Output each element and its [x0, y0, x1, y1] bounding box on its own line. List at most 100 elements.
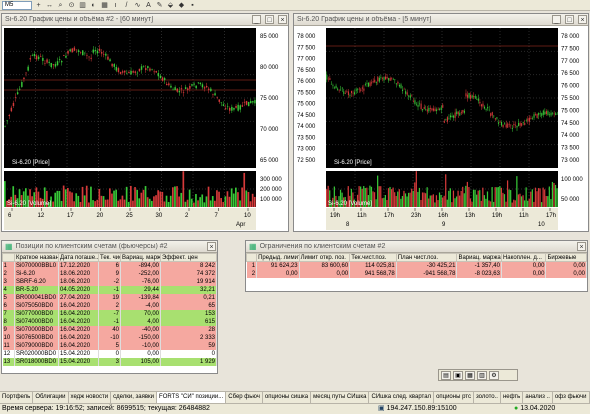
table-row[interactable]: 1 91 624,23 83 600,60 114 025,81 -30 425,21-… — [246, 261, 587, 270]
copy-icon[interactable]: ▣ — [453, 370, 463, 380]
close-icon[interactable]: × — [577, 242, 586, 251]
toolbar-button[interactable]: ⊙ — [67, 1, 76, 10]
column-header[interactable]: Лимит откр. поз. — [298, 253, 351, 262]
column-header[interactable]: Биржевые — [545, 253, 587, 262]
volume-bar — [514, 200, 516, 207]
workspace-tab[interactable]: FORTS "СИ" позиции... — [157, 392, 227, 403]
toolbar-button[interactable]: ✎ — [155, 1, 164, 10]
toolbar-button[interactable]: ◆ — [177, 1, 186, 10]
column-header[interactable]: Вариац. маржа — [456, 253, 502, 262]
toolbar-button[interactable]: ⬙ — [166, 1, 175, 10]
workspace-tab[interactable]: Сбер фьюч — [226, 392, 263, 403]
timeframe-select[interactable]: M5 — [2, 0, 32, 10]
table-row[interactable]: 2 Si-6.20 18.06.2020 9 -252,00 74 372 — [2, 270, 217, 278]
window-titlebar[interactable]: Si-6.20 График цены и объёма #2 - [60 ми… — [2, 14, 288, 26]
toolbar-button[interactable]: ı — [111, 1, 120, 10]
toolbar-button[interactable]: ▥ — [78, 1, 87, 10]
settings-icon[interactable]: ⚙ — [489, 370, 499, 380]
toolbar-button[interactable]: ⌕ — [56, 1, 65, 10]
candle-body — [409, 95, 411, 98]
close-icon[interactable]: × — [578, 15, 587, 24]
window-titlebar[interactable]: Si-6.20 График цены и объёма - [5 минут]… — [294, 14, 588, 26]
workspace-tab[interactable]: опционы ртс — [434, 392, 474, 403]
toolbar-button[interactable]: + — [34, 1, 43, 10]
column-header[interactable]: Эффект. цен — [160, 253, 217, 262]
candle-body — [245, 100, 248, 105]
maximize-icon[interactable]: □ — [265, 15, 274, 24]
table-row[interactable]: 8 Si074000BD0 16.04.2020 -1 4,00 615 — [2, 318, 217, 326]
workspace-tabs: Портфель Облигации хедж новости сделки, зая… — [0, 391, 590, 403]
window-titlebar[interactable]: ▦ Ограничения по клиентским счетам #2 × — [246, 241, 587, 253]
toolbar-button[interactable]: ↔ — [45, 1, 54, 10]
table-row[interactable]: 2 0,00 0,00 941 568,78 -941 568,78 -8 023,63 0… — [246, 270, 587, 278]
close-icon[interactable]: × — [278, 15, 287, 24]
workspace-tab[interactable]: анализ .. — [523, 392, 553, 403]
table-row[interactable]: 10 Si076500BD0 16.04.2020 -10 -150,00 2 333 — [2, 334, 217, 342]
workspace-tab[interactable]: СИшка след. квартал — [369, 392, 435, 403]
column-header[interactable]: План чист.поз. — [395, 253, 458, 262]
column-header[interactable]: Тек.чист.поз. — [349, 253, 397, 262]
price-chart[interactable] — [4, 28, 256, 168]
table-row[interactable]: 13 SR018000BD0 15.04.2020 3 105,00 1 929 — [2, 358, 217, 366]
table-row[interactable]: 1 Si070000BBL0 17.12.2020 6 -894,00 8 242 — [2, 261, 217, 270]
candle-body — [491, 112, 493, 116]
toolbar-button[interactable]: ▦ — [100, 1, 109, 10]
candle-body — [37, 56, 40, 60]
column-header[interactable]: Дата погаше... — [58, 253, 99, 262]
toolbar-button[interactable]: ◐ — [89, 1, 98, 10]
toolbar-button[interactable]: A — [144, 1, 153, 10]
table-row[interactable]: 3 SBRF-6.20 18.06.2020 -2 -76,00 19 914 — [2, 278, 217, 286]
maximize-icon[interactable]: □ — [565, 15, 574, 24]
candle-body — [377, 76, 379, 82]
column-header[interactable] — [2, 253, 15, 262]
candle-body — [140, 66, 143, 70]
candle-body — [189, 85, 191, 89]
volume-bar — [117, 200, 120, 207]
chart-icon[interactable]: ▤ — [441, 370, 451, 380]
candle-body — [205, 85, 208, 88]
table-row[interactable]: 12 SR020000BD0 15.04.2020 0 0,00 0 — [2, 350, 217, 358]
workspace-tab[interactable]: золото.. — [474, 392, 501, 403]
cell-pos: -1 — [98, 318, 121, 326]
grid-icon[interactable]: ▥ — [477, 370, 487, 380]
volume-bar — [424, 193, 427, 207]
workspace-tab[interactable]: сделки, заявки — [111, 392, 158, 403]
table-row[interactable]: 7 Si077000BD0 16.04.2020 -7 70,00 153 — [2, 310, 217, 318]
table-row[interactable]: 4 BR-5.20 04.05.2020 -1 29,44 32,21 — [2, 286, 217, 294]
cell-var: 29,44 — [120, 286, 161, 294]
workspace-tab[interactable]: Портфель — [0, 392, 34, 403]
workspace-tab[interactable]: Облигации — [33, 392, 69, 403]
candle-body — [513, 124, 515, 126]
column-header[interactable] — [245, 253, 258, 262]
table-row[interactable]: 5 BR000041BD0 27.04.2020 19 -139,84 0,21 — [2, 294, 217, 302]
table-icon[interactable]: ▦ — [465, 370, 475, 380]
candle-body — [126, 73, 128, 75]
table-row[interactable]: 6 Si075050BD0 16.04.2020 2 -4,00 65 — [2, 302, 217, 310]
candle-body — [195, 85, 197, 89]
workspace-tab[interactable]: хедж новости — [69, 392, 112, 403]
candle-body — [488, 109, 490, 111]
toolbar-button[interactable]: ▪ — [188, 1, 197, 10]
window-titlebar[interactable]: ▦ Позиции по клиентским счетам (фьючерсы… — [2, 241, 217, 253]
column-header[interactable]: Тек. чист. — [98, 253, 121, 262]
cell-n: 5 — [2, 294, 15, 302]
table-row[interactable]: 9 Si070000BD0 16.04.2020 40 -40,00 28 — [2, 326, 217, 334]
candle-body — [533, 114, 535, 118]
table-row[interactable]: 11 Si079000BD0 16.04.2020 5 -10,00 59 — [2, 342, 217, 350]
workspace-tab[interactable]: месяц путы СИшка — [311, 392, 370, 403]
column-header[interactable]: Предыд. лимит — [256, 253, 300, 262]
workspace-tab[interactable]: офз фьючи — [553, 392, 590, 403]
minimize-icon[interactable]: _ — [252, 15, 261, 24]
column-header[interactable]: Вариац. маржа — [120, 253, 161, 262]
workspace-tab[interactable]: нефть — [501, 392, 524, 403]
cell-pos: -10 — [98, 334, 121, 342]
minimize-icon[interactable]: _ — [552, 15, 561, 24]
price-chart[interactable] — [326, 28, 558, 168]
workspace-tab[interactable]: опционы сишка — [263, 392, 312, 403]
column-header[interactable]: Краткое название — [14, 253, 59, 262]
close-icon[interactable]: × — [207, 242, 216, 251]
candle-body — [163, 78, 166, 80]
column-header[interactable]: Накоплен. д... — [500, 253, 547, 262]
toolbar-button[interactable]: / — [122, 1, 131, 10]
toolbar-button[interactable]: ∿ — [133, 1, 142, 10]
